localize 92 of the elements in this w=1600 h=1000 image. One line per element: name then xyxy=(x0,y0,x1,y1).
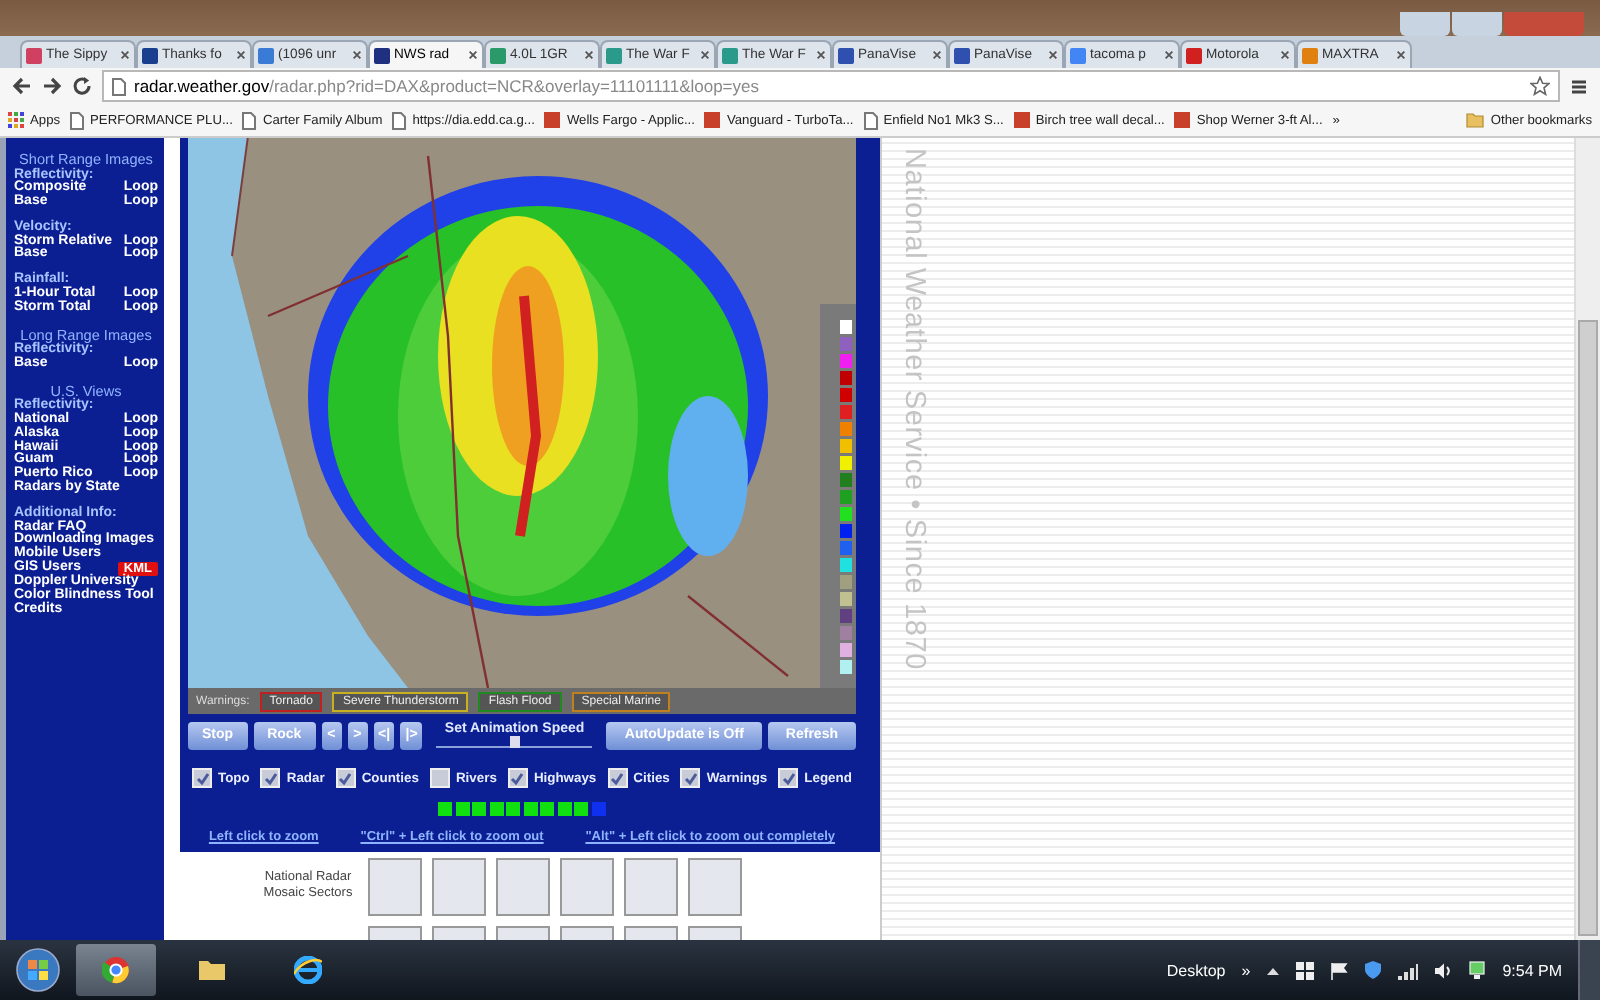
frame-indicator[interactable] xyxy=(557,802,572,816)
back-icon[interactable] xyxy=(12,76,32,96)
checkbox[interactable] xyxy=(607,768,628,788)
sector-thumbnail[interactable] xyxy=(368,858,422,916)
favicon-icon xyxy=(1302,47,1318,63)
globe-e-icon xyxy=(294,956,322,984)
favicon-icon xyxy=(1070,47,1086,63)
frame-indicator[interactable] xyxy=(540,802,555,816)
radar-map[interactable] xyxy=(188,136,856,688)
checkbox[interactable] xyxy=(507,768,528,788)
sector-thumbnail[interactable] xyxy=(432,858,486,916)
browser-icon xyxy=(102,956,130,984)
scrollbar[interactable] xyxy=(1574,136,1600,940)
sector-thumbnail[interactable] xyxy=(560,858,614,916)
checkbox[interactable] xyxy=(680,768,701,788)
sector-thumbnail[interactable] xyxy=(688,858,742,916)
close-icon[interactable] xyxy=(352,50,362,60)
page-icon xyxy=(70,111,85,129)
favicon-icon xyxy=(26,47,42,63)
close-icon[interactable] xyxy=(700,50,710,60)
start-button[interactable] xyxy=(16,948,60,992)
check-icon xyxy=(263,771,278,785)
check-icon xyxy=(338,771,353,785)
favicon-icon xyxy=(142,47,158,63)
apps-icon xyxy=(8,112,24,128)
close-icon[interactable] xyxy=(584,50,594,60)
check-icon xyxy=(195,771,209,785)
favicon-icon xyxy=(606,47,622,63)
close-icon[interactable] xyxy=(816,50,826,60)
frame-indicator[interactable] xyxy=(574,802,589,816)
checkbox[interactable] xyxy=(335,768,356,788)
close-icon[interactable] xyxy=(1396,50,1406,60)
close-icon[interactable] xyxy=(236,50,246,60)
site-icon xyxy=(1013,112,1030,128)
address-field[interactable]: radar.weather.gov/radar.php?rid=DAX&product=NCR&overlay=11101111&loop=yes xyxy=(102,70,1560,102)
page-icon xyxy=(242,111,257,129)
checkbox[interactable] xyxy=(778,768,799,788)
caret-icon[interactable] xyxy=(1266,965,1281,975)
frame-indicator[interactable] xyxy=(455,802,470,816)
favicon-icon xyxy=(838,47,854,63)
taskbar-clock[interactable]: 9:54 PM xyxy=(1502,961,1562,979)
check-icon xyxy=(510,771,525,785)
reload-icon[interactable] xyxy=(72,76,92,96)
close-icon[interactable] xyxy=(932,50,942,60)
page-icon xyxy=(112,77,126,95)
windows-icon xyxy=(1296,961,1315,979)
folder-icon xyxy=(1466,112,1485,128)
shield-icon xyxy=(1364,960,1383,980)
frame-indicator[interactable] xyxy=(506,802,521,816)
favicon-icon xyxy=(1186,47,1202,63)
site-icon xyxy=(704,112,721,128)
checkbox[interactable] xyxy=(260,768,281,788)
favicon-icon xyxy=(374,47,390,63)
checkbox[interactable] xyxy=(192,768,212,788)
menu-icon[interactable] xyxy=(1570,77,1588,95)
star-icon[interactable] xyxy=(1530,76,1550,96)
network-icon xyxy=(1468,960,1487,980)
site-icon xyxy=(1174,112,1191,128)
frame-indicator[interactable] xyxy=(472,802,487,816)
signal-icon xyxy=(1398,961,1419,979)
toolbar-expand-button[interactable]: » xyxy=(1241,961,1251,979)
check-icon xyxy=(683,771,698,785)
flag-icon xyxy=(1330,961,1349,979)
close-icon[interactable] xyxy=(1280,50,1290,60)
sector-thumbnail[interactable] xyxy=(624,858,678,916)
favicon-icon xyxy=(258,47,274,63)
checkbox[interactable] xyxy=(429,768,450,788)
desktop-toolbar-label[interactable]: Desktop xyxy=(1166,961,1226,979)
close-icon[interactable] xyxy=(120,50,130,60)
forward-icon[interactable] xyxy=(42,76,62,96)
close-icon[interactable] xyxy=(468,50,478,60)
sector-thumbnail[interactable] xyxy=(496,858,550,916)
speaker-icon xyxy=(1434,961,1453,979)
favicon-icon xyxy=(722,47,738,63)
site-icon xyxy=(544,112,561,128)
folder-icon xyxy=(198,958,226,982)
frame-indicator[interactable] xyxy=(523,802,538,816)
check-icon xyxy=(610,771,625,785)
scrollbar-thumb[interactable] xyxy=(1578,320,1598,936)
slider-thumb[interactable] xyxy=(509,736,520,748)
favicon-icon xyxy=(490,47,506,63)
page-icon xyxy=(863,111,878,129)
speed-slider[interactable] xyxy=(436,736,593,748)
close-icon[interactable] xyxy=(1164,50,1174,60)
side-banner-text: National Weather Service • Since 1870 xyxy=(898,148,930,670)
close-icon[interactable] xyxy=(1048,50,1058,60)
check-icon xyxy=(781,771,796,785)
page-icon xyxy=(392,111,407,129)
frame-indicator[interactable] xyxy=(489,802,504,816)
favicon-icon xyxy=(954,47,970,63)
frame-indicator[interactable] xyxy=(438,802,453,816)
taskbar-app-button[interactable] xyxy=(76,944,156,996)
